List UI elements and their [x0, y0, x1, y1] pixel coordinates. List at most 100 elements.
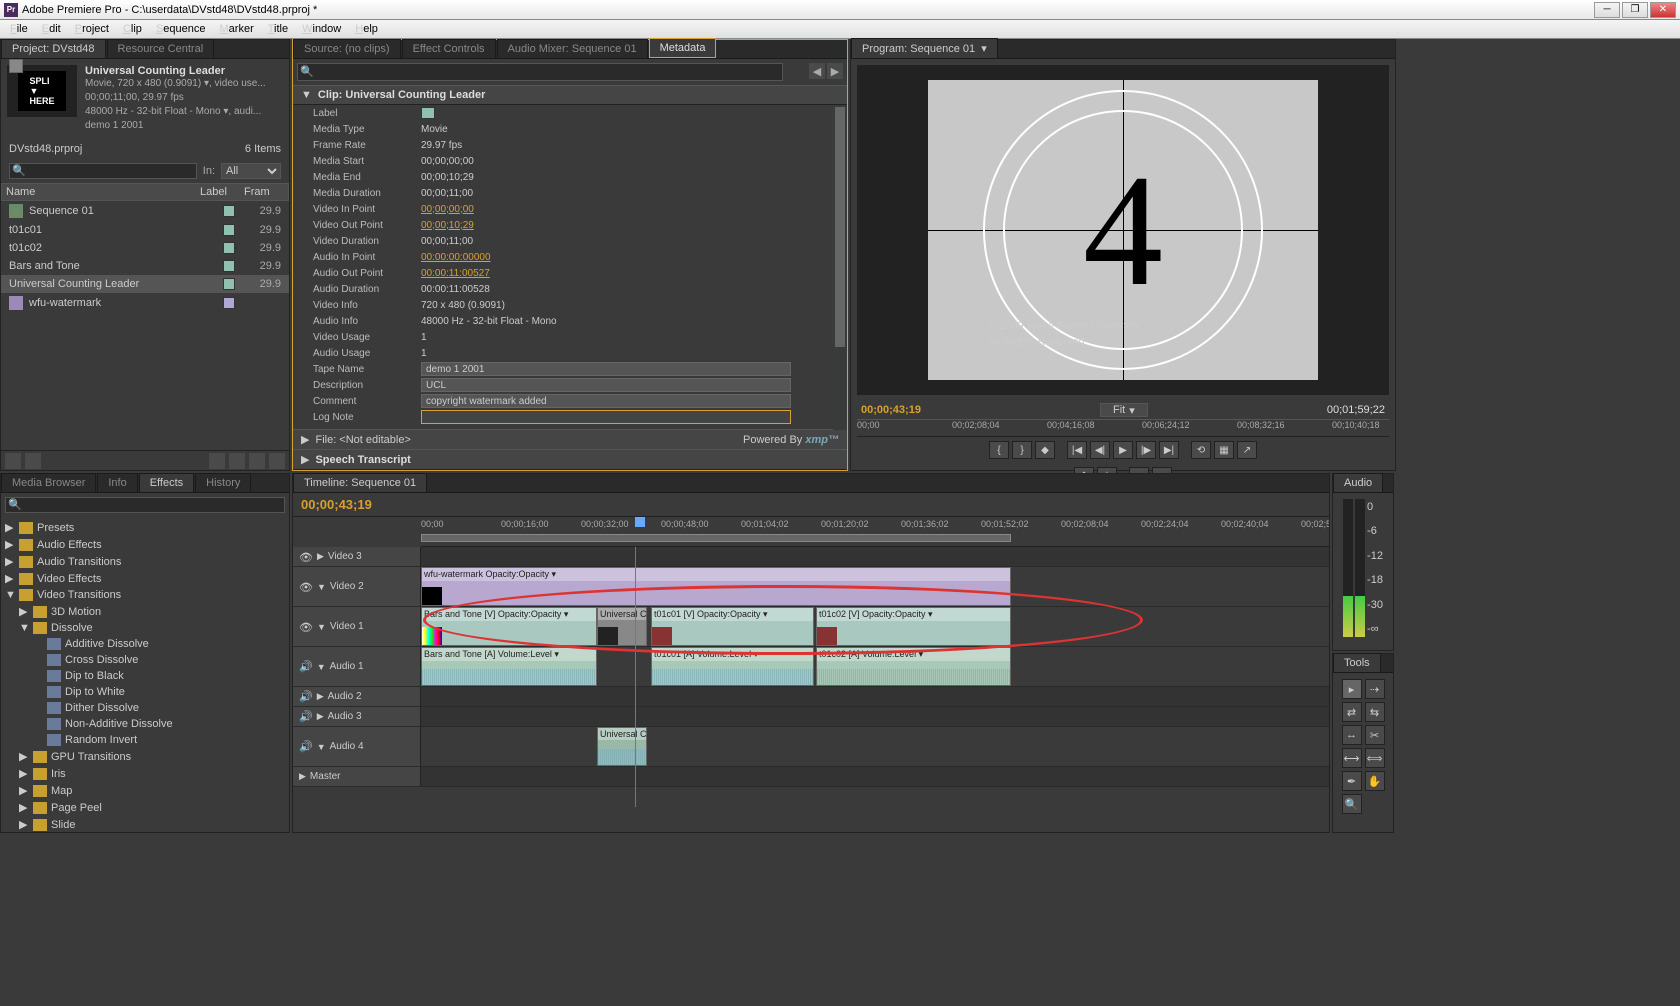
menu-edit[interactable]: Edit — [36, 21, 67, 37]
loop-btn[interactable]: ⟲ — [1191, 441, 1211, 459]
project-item[interactable]: Bars and Tone 29.9 — [1, 257, 289, 275]
output-btn[interactable]: ↗ — [1237, 441, 1257, 459]
effects-tree-item[interactable]: Non-Additive Dissolve — [1, 716, 289, 732]
in-select[interactable]: All — [221, 163, 281, 179]
close-button[interactable]: ✕ — [1650, 2, 1676, 18]
project-list-header[interactable]: Name Label Fram — [1, 183, 289, 201]
effects-tree-item[interactable]: ▼ Dissolve — [1, 620, 289, 636]
menu-sequence[interactable]: Sequence — [150, 21, 212, 37]
metadata-input[interactable]: demo 1 2001 — [421, 362, 791, 376]
metadata-input[interactable]: UCL — [421, 378, 791, 392]
tab-source[interactable]: Source: (no clips) — [293, 39, 401, 58]
clip-section-header[interactable]: ▼ Clip: Universal Counting Leader — [293, 85, 847, 105]
speaker-icon[interactable]: 🔊 — [299, 660, 313, 673]
effects-tree-item[interactable]: ▶ Map — [1, 782, 289, 799]
project-item[interactable]: wfu-watermark — [1, 293, 289, 313]
track-name-v3[interactable]: Video 3 — [328, 551, 414, 562]
metadata-value[interactable]: 00;00;10;29 — [421, 220, 474, 231]
tab-info[interactable]: Info — [97, 473, 137, 492]
menu-project[interactable]: Project — [69, 21, 115, 37]
track-name-master[interactable]: Master — [310, 771, 414, 782]
file-section-header[interactable]: ▶File: <Not editable> Powered By xmp™ — [293, 429, 847, 449]
track-name-a3[interactable]: Audio 3 — [328, 711, 414, 722]
effects-tree-item[interactable]: ▶ Audio Effects — [1, 536, 289, 553]
menu-help[interactable]: Help — [349, 21, 384, 37]
eye-icon[interactable]: 👁 — [299, 621, 313, 633]
project-item[interactable]: t01c02 29.9 — [1, 239, 289, 257]
tab-metadata[interactable]: Metadata — [649, 38, 717, 58]
project-search-input[interactable] — [9, 163, 197, 179]
track-name-v1[interactable]: Video 1 — [330, 621, 414, 632]
step-fwd-btn[interactable]: |▶ — [1136, 441, 1156, 459]
menu-file[interactable]: File — [4, 21, 34, 37]
work-area-bar[interactable] — [421, 534, 1011, 542]
track-name-a4[interactable]: Audio 4 — [330, 741, 414, 752]
clip-t01c01-v[interactable]: t01c01 [V] Opacity:Opacity ▾ — [651, 607, 814, 646]
program-view[interactable]: 4 © 2009 Wake Forest UniversityAll Right… — [857, 65, 1389, 395]
effects-tree-item[interactable]: ▶ 3D Motion — [1, 603, 289, 620]
selection-tool[interactable]: ▸ — [1342, 679, 1362, 699]
menu-marker[interactable]: Marker — [214, 21, 260, 37]
metadata-search-input[interactable] — [297, 63, 783, 81]
track-name-v2[interactable]: Video 2 — [330, 581, 414, 592]
slide-tool[interactable]: ⟺ — [1365, 748, 1385, 768]
clip-t01c02-v[interactable]: t01c02 [V] Opacity:Opacity ▾ — [816, 607, 1011, 646]
effects-tree-item[interactable]: ▶ GPU Transitions — [1, 748, 289, 765]
rolling-edit-tool[interactable]: ⇆ — [1365, 702, 1385, 722]
tab-project[interactable]: Project: DVstd48 — [1, 39, 106, 58]
menu-clip[interactable]: Clip — [117, 21, 148, 37]
effects-tree-item[interactable]: ▶ Presets — [1, 519, 289, 536]
label-swatch[interactable] — [223, 242, 235, 254]
metadata-value[interactable]: 00;00;00;00 — [421, 204, 474, 215]
step-back-btn[interactable]: ◀| — [1090, 441, 1110, 459]
new-item-btn[interactable] — [249, 453, 265, 469]
menu-window[interactable]: Window — [296, 21, 347, 37]
metadata-input[interactable] — [421, 410, 791, 424]
prev-icon[interactable]: ◀ — [809, 63, 825, 79]
effects-tree-item[interactable]: ▶ Page Peel — [1, 799, 289, 816]
effects-tree-item[interactable]: Dip to White — [1, 684, 289, 700]
label-swatch[interactable] — [223, 224, 235, 236]
project-item[interactable]: t01c01 29.9 — [1, 221, 289, 239]
program-timecode[interactable]: 00;00;43;19 — [861, 404, 921, 416]
effects-tree-item[interactable]: Cross Dissolve — [1, 652, 289, 668]
pen-tool[interactable]: ✒ — [1342, 771, 1362, 791]
track-name-a2[interactable]: Audio 2 — [328, 691, 414, 702]
hand-tool[interactable]: ✋ — [1365, 771, 1385, 791]
speaker-icon[interactable]: 🔊 — [299, 740, 313, 753]
maximize-button[interactable]: ❐ — [1622, 2, 1648, 18]
metadata-value[interactable]: 00:00:00:00000 — [421, 252, 491, 263]
set-marker-btn[interactable]: ◆ — [1035, 441, 1055, 459]
label-swatch[interactable] — [223, 260, 235, 272]
tab-resource-central[interactable]: Resource Central — [107, 39, 215, 58]
play-btn[interactable]: ▶ — [1113, 441, 1133, 459]
playhead-line[interactable] — [635, 547, 636, 807]
tab-audio[interactable]: Audio — [1333, 473, 1383, 492]
speaker-icon[interactable]: 🔊 — [299, 690, 313, 703]
label-swatch[interactable] — [223, 278, 235, 290]
playhead-indicator[interactable] — [635, 517, 645, 527]
rate-stretch-tool[interactable]: ↔ — [1342, 725, 1362, 745]
effects-tree-item[interactable]: ▶ Iris — [1, 765, 289, 782]
effects-search-input[interactable] — [5, 497, 285, 513]
minimize-button[interactable]: ─ — [1594, 2, 1620, 18]
eye-icon[interactable]: 👁 — [299, 581, 313, 593]
col-framerate[interactable]: Fram — [244, 186, 284, 198]
project-item[interactable]: Sequence 01 29.9 — [1, 201, 289, 221]
clip-bars-tone-v[interactable]: Bars and Tone [V] Opacity:Opacity ▾ — [421, 607, 597, 646]
program-ruler[interactable]: 00;0000;02;08;0400;04;16;0800;06;24;1200… — [857, 419, 1389, 437]
metadata-input[interactable]: copyright watermark added — [421, 394, 791, 408]
tab-program[interactable]: Program: Sequence 01 ▾ — [851, 38, 998, 58]
effects-tree-item[interactable]: Additive Dissolve — [1, 636, 289, 652]
delete-btn[interactable] — [269, 453, 285, 469]
new-bin-btn[interactable] — [229, 453, 245, 469]
tab-effect-controls[interactable]: Effect Controls — [402, 39, 496, 58]
clip-bars-tone-a[interactable]: Bars and Tone [A] Volume:Level ▾ — [421, 647, 597, 686]
clip-t01c01-a[interactable]: t01c01 [A] Volume:Level ▾ — [651, 647, 814, 686]
clip-universal-leader-a[interactable]: Universal Co — [597, 727, 647, 766]
eye-icon[interactable]: 👁 — [299, 551, 313, 563]
clip-universal-leader-v[interactable]: Universal Co — [597, 607, 647, 646]
effects-tree-item[interactable]: ▶ Audio Transitions — [1, 553, 289, 570]
list-view-btn[interactable] — [5, 453, 21, 469]
ripple-edit-tool[interactable]: ⇄ — [1342, 702, 1362, 722]
